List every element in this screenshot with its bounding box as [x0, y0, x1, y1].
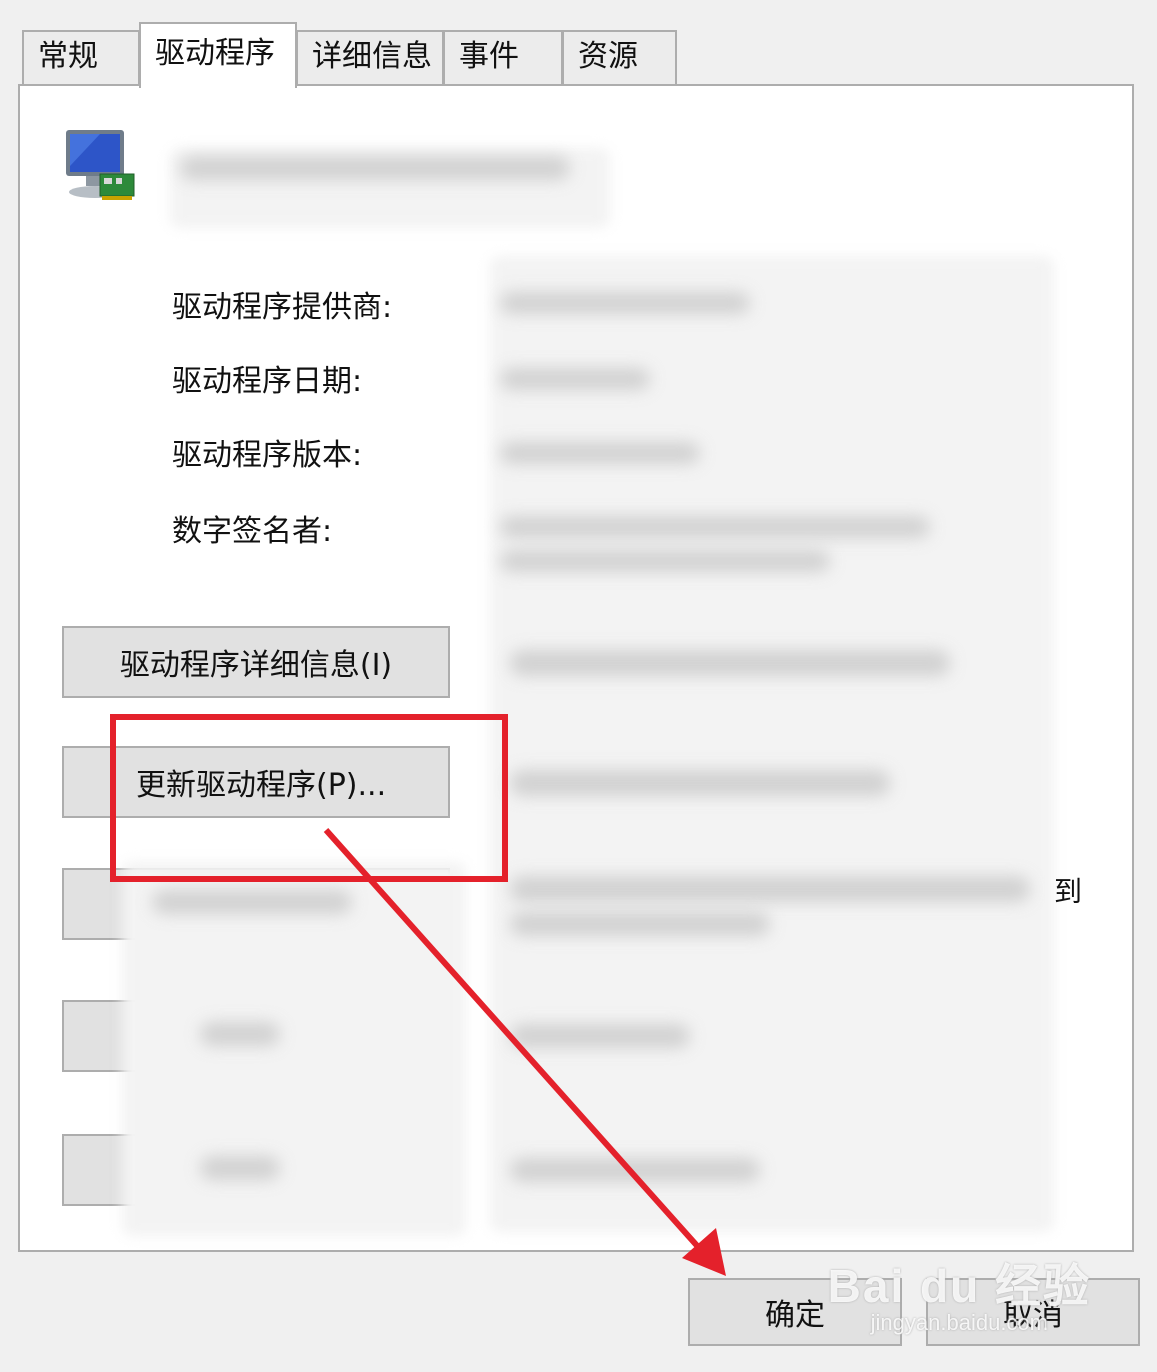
date-value-blur: [500, 368, 650, 390]
disable-desc-blur: [510, 1024, 690, 1048]
tab-general-label: 常规: [38, 39, 98, 74]
watermark-brand: Bai du 经验: [827, 1260, 1091, 1312]
watermark-url: jingyan.baidu.com: [870, 1310, 1048, 1335]
redacted-details-region: [490, 256, 1054, 1232]
tab-resources[interactable]: 资源: [562, 30, 677, 84]
tab-driver[interactable]: 驱动程序: [139, 22, 297, 88]
display-adapter-icon: [66, 130, 135, 200]
rollback-label-blur: [152, 890, 352, 914]
update-desc-blur: [510, 770, 890, 796]
tab-strip: 常规 驱动程序 详细信息 事件 资源: [0, 0, 1157, 90]
driver-tab-panel: 驱动程序提供商: 驱动程序日期: 驱动程序版本: 数字签名者: 到 驱动程序详细…: [18, 84, 1134, 1252]
tab-general[interactable]: 常规: [22, 30, 140, 84]
driver-details-button[interactable]: 驱动程序详细信息(I): [62, 626, 450, 698]
details-desc-blur: [510, 650, 950, 676]
uninstall-label-blur: [200, 1156, 280, 1180]
partial-description-text: 到: [1054, 875, 1083, 908]
tab-events[interactable]: 事件: [443, 30, 563, 84]
digital-signer-label: 数字签名者:: [172, 514, 333, 549]
version-value-blur: [500, 442, 700, 464]
highlight-box: [110, 714, 508, 882]
tab-driver-label: 驱动程序: [155, 36, 275, 71]
tab-resources-label: 资源: [578, 39, 638, 74]
driver-date-label: 驱动程序日期:: [172, 364, 363, 399]
driver-details-label: 驱动程序详细信息(I): [119, 648, 393, 683]
rollback-desc-blur-1: [510, 876, 1030, 902]
provider-value-blur: [500, 292, 750, 314]
driver-provider-label: 驱动程序提供商:: [172, 290, 393, 325]
signer-value-blur-2: [500, 550, 830, 572]
rollback-desc-blur-2: [510, 912, 770, 936]
tab-details-label: 详细信息: [312, 39, 432, 74]
tab-details[interactable]: 详细信息: [296, 30, 444, 84]
ok-label: 确定: [765, 1298, 825, 1333]
redacted-buttons-overlay: [122, 862, 466, 1236]
signer-value-blur-1: [500, 516, 930, 538]
baidu-watermark: Bai du 经验 jingyan.baidu.com: [828, 1250, 1091, 1336]
disable-label-blur: [200, 1022, 280, 1046]
device-name-blur: [180, 156, 570, 180]
tab-events-label: 事件: [459, 39, 519, 74]
driver-version-label: 驱动程序版本:: [172, 438, 363, 473]
uninstall-desc-blur: [510, 1158, 760, 1182]
